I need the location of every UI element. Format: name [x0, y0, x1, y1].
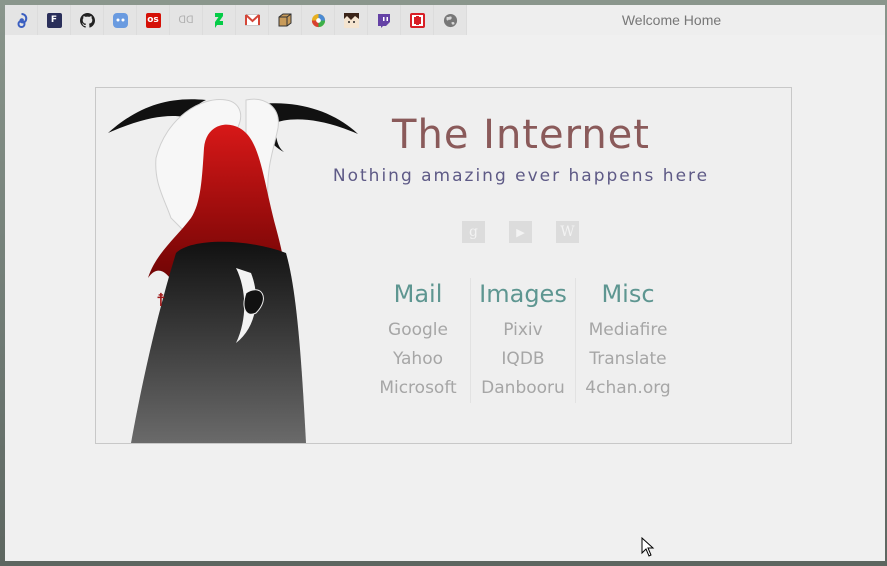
gmail-icon	[244, 13, 260, 28]
svg-text:☨: ☨	[156, 290, 166, 311]
homepage-card: ☨ The Internet Nothing amazing ever happ…	[95, 87, 792, 444]
lastfm-icon: os	[145, 12, 161, 28]
bookmark-bar: F os ᗡᗡ	[5, 5, 467, 35]
github-icon	[79, 12, 95, 28]
link-translate[interactable]: Translate	[576, 345, 680, 374]
twitch-icon	[377, 13, 392, 28]
bookmark-gmail[interactable]	[236, 5, 269, 35]
link-columns: Mail Google Yahoo Microsoft Images Pixiv…	[366, 278, 680, 403]
character-artwork: ☨	[108, 98, 358, 443]
social-links: g ▶ W	[462, 221, 579, 243]
bookmark-deviantart[interactable]	[203, 5, 236, 35]
window-title: Welcome Home	[621, 12, 722, 28]
link-yahoo[interactable]: Yahoo	[366, 345, 470, 374]
page-subtitle: Nothing amazing ever happens here	[332, 166, 710, 186]
link-pixiv[interactable]: Pixiv	[471, 316, 575, 345]
column-heading: Images	[479, 280, 567, 308]
column-images: Images Pixiv IQDB Danbooru	[470, 278, 575, 403]
tab-bar: F os ᗡᗡ Welcome Home	[5, 5, 885, 35]
link-danbooru[interactable]: Danbooru	[471, 374, 575, 403]
bookmark-anime-avatar[interactable]	[335, 5, 368, 35]
google-plus-icon[interactable]: g	[462, 221, 485, 243]
bookmark-robot[interactable]	[104, 5, 137, 35]
link-microsoft[interactable]: Microsoft	[366, 374, 470, 403]
bookmark-globe[interactable]	[434, 5, 467, 35]
link-icon: ᗡᗡ	[178, 14, 194, 26]
link-4chan[interactable]: 4chan.org	[576, 374, 680, 403]
robot-icon	[112, 12, 128, 28]
bookmark-github[interactable]	[71, 5, 104, 35]
column-misc: Misc Mediafire Translate 4chan.org	[575, 278, 680, 403]
bookmark-picasa[interactable]	[302, 5, 335, 35]
column-heading: Mail	[393, 280, 443, 308]
globe-icon	[443, 13, 458, 28]
browser-window: F os ᗡᗡ Welcome Home ☨ The Internet Noth…	[5, 5, 885, 561]
page-title: The Internet	[392, 112, 650, 158]
bookmark-netflix[interactable]	[401, 5, 434, 35]
link-mediafire[interactable]: Mediafire	[576, 316, 680, 345]
wikipedia-icon[interactable]: W	[556, 221, 579, 243]
netflix-icon	[409, 12, 425, 28]
bookmark-fictionpress[interactable]: F	[38, 5, 71, 35]
youtube-icon[interactable]: ▶	[509, 221, 532, 243]
box-icon	[278, 13, 293, 28]
bookmark-swirl[interactable]	[5, 5, 38, 35]
bookmark-lastfm[interactable]: os	[137, 5, 170, 35]
link-iqdb[interactable]: IQDB	[471, 345, 575, 374]
mouse-cursor-icon	[641, 537, 655, 557]
fictionpress-icon: F	[46, 12, 62, 28]
anime-avatar-icon	[343, 12, 359, 28]
bookmark-twitch[interactable]	[368, 5, 401, 35]
picasa-icon	[311, 13, 326, 28]
bookmark-box[interactable]	[269, 5, 302, 35]
column-mail: Mail Google Yahoo Microsoft	[366, 278, 470, 403]
bookmark-link[interactable]: ᗡᗡ	[170, 5, 203, 35]
deviantart-icon	[212, 12, 227, 28]
column-heading: Misc	[601, 280, 655, 308]
link-google[interactable]: Google	[366, 316, 470, 345]
swirl-icon	[14, 12, 29, 28]
